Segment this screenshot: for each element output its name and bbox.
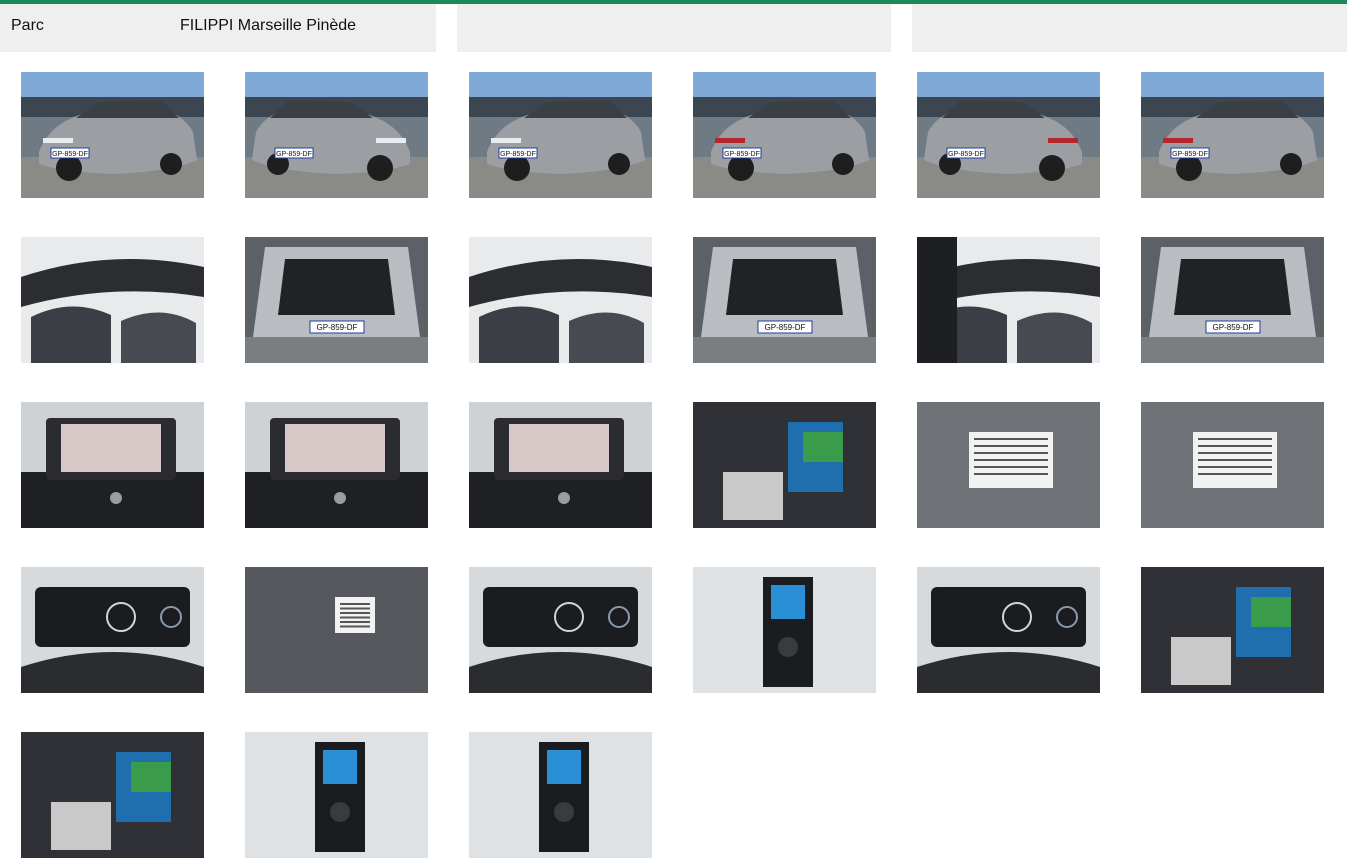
vehicle-photo-image — [245, 402, 428, 528]
vehicle-photo-thumbnail[interactable] — [469, 567, 652, 693]
vehicle-photo-thumbnail[interactable] — [917, 237, 1100, 363]
vehicle-photo-thumbnail[interactable]: GP-859-DF — [1141, 72, 1324, 198]
vehicle-photo-thumbnail[interactable] — [21, 402, 204, 528]
vehicle-photo-thumbnail[interactable]: GP-859-DF — [693, 72, 876, 198]
vehicle-photo-thumbnail[interactable] — [21, 732, 204, 858]
vehicle-photo-thumbnail[interactable] — [469, 732, 652, 858]
vehicle-photo-thumbnail[interactable] — [469, 237, 652, 363]
vehicle-photo-image — [693, 402, 876, 528]
vehicle-photo-image: GP-859-DF — [693, 237, 876, 363]
vehicle-photo-thumbnail[interactable]: GP-859-DF — [469, 72, 652, 198]
vehicle-photo-image — [21, 567, 204, 693]
vehicle-photo-image: GP-859-DF — [245, 237, 428, 363]
vehicle-photo-image — [469, 237, 652, 363]
vehicle-photo-image — [469, 567, 652, 693]
vehicle-photo-thumbnail[interactable] — [245, 567, 428, 693]
svg-text:GP-859-DF: GP-859-DF — [500, 151, 536, 158]
vehicle-photo-image — [469, 732, 652, 858]
vehicle-photo-image: GP-859-DF — [245, 72, 428, 198]
vehicle-photo-thumbnail[interactable] — [1141, 567, 1324, 693]
vehicle-photo-thumbnail[interactable] — [1141, 402, 1324, 528]
svg-text:GP-859-DF: GP-859-DF — [276, 151, 312, 158]
info-row: Parc FILIPPI Marseille Pinède — [0, 4, 1347, 52]
svg-text:GP-859-DF: GP-859-DF — [1213, 323, 1254, 332]
park-label: Parc — [11, 17, 44, 34]
info-cell-empty-2 — [912, 4, 1347, 52]
svg-text:GP-859-DF: GP-859-DF — [948, 151, 984, 158]
vehicle-photo-image: GP-859-DF — [21, 72, 204, 198]
vehicle-photo-image — [917, 567, 1100, 693]
vehicle-photo-thumbnail[interactable] — [245, 402, 428, 528]
svg-text:GP-859-DF: GP-859-DF — [52, 151, 88, 158]
vehicle-photo-image — [245, 567, 428, 693]
svg-text:GP-859-DF: GP-859-DF — [724, 151, 760, 158]
vehicle-photo-thumbnail[interactable]: GP-859-DF — [1141, 237, 1324, 363]
vehicle-photo-image: GP-859-DF — [1141, 72, 1324, 198]
vehicle-photo-thumbnail[interactable] — [21, 237, 204, 363]
vehicle-photo-image — [917, 402, 1100, 528]
vehicle-photo-image — [21, 402, 204, 528]
vehicle-photo-thumbnail[interactable] — [693, 567, 876, 693]
svg-text:GP-859-DF: GP-859-DF — [1172, 151, 1208, 158]
vehicle-photo-image — [21, 237, 204, 363]
info-cell-park: Parc FILIPPI Marseille Pinède — [0, 4, 436, 52]
vehicle-photo-thumbnail[interactable]: GP-859-DF — [917, 72, 1100, 198]
vehicle-photo-thumbnail[interactable] — [245, 732, 428, 858]
vehicle-photo-image — [21, 732, 204, 858]
vehicle-photo-image: GP-859-DF — [1141, 237, 1324, 363]
vehicle-photo-thumbnail[interactable]: GP-859-DF — [245, 72, 428, 198]
vehicle-photo-image — [1141, 567, 1324, 693]
vehicle-photo-image: GP-859-DF — [917, 72, 1100, 198]
vehicle-photo-thumbnail[interactable]: GP-859-DF — [21, 72, 204, 198]
svg-text:GP-859-DF: GP-859-DF — [317, 323, 358, 332]
vehicle-photo-thumbnail[interactable] — [693, 402, 876, 528]
vehicle-photo-image — [693, 567, 876, 693]
svg-text:GP-859-DF: GP-859-DF — [765, 323, 806, 332]
vehicle-photo-image: GP-859-DF — [693, 72, 876, 198]
vehicle-photo-thumbnail[interactable] — [917, 402, 1100, 528]
vehicle-photo-image — [245, 732, 428, 858]
vehicle-photo-thumbnail[interactable] — [21, 567, 204, 693]
photo-gallery: GP-859-DF GP-859-DF GP-859-DF GP-859-DF GP-8… — [0, 52, 1347, 858]
vehicle-photo-thumbnail[interactable]: GP-859-DF — [245, 237, 428, 363]
info-cell-empty-1 — [457, 4, 891, 52]
vehicle-photo-image — [469, 402, 652, 528]
vehicle-photo-image — [917, 237, 1100, 363]
vehicle-photo-thumbnail[interactable] — [469, 402, 652, 528]
vehicle-photo-image: GP-859-DF — [469, 72, 652, 198]
vehicle-photo-thumbnail[interactable] — [917, 567, 1100, 693]
park-value: FILIPPI Marseille Pinède — [180, 17, 357, 34]
vehicle-photo-thumbnail[interactable]: GP-859-DF — [693, 237, 876, 363]
vehicle-photo-image — [1141, 402, 1324, 528]
